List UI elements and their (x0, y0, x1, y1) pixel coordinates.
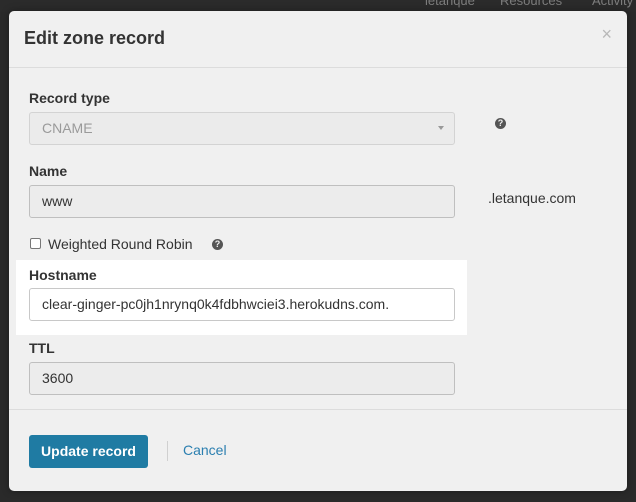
record-type-label: Record type (29, 90, 110, 106)
weighted-round-robin-help-icon[interactable]: ? (212, 239, 223, 250)
update-record-button[interactable]: Update record (29, 435, 148, 468)
weighted-round-robin-label[interactable]: Weighted Round Robin (48, 236, 193, 252)
hostname-input[interactable]: clear-ginger-pc0jh1nrynq0k4fdbhwciei3.he… (29, 288, 455, 321)
name-input[interactable]: www (29, 185, 455, 218)
cancel-button[interactable]: Cancel (183, 442, 227, 458)
hostname-value: clear-ginger-pc0jh1nrynq0k4fdbhwciei3.he… (42, 296, 390, 312)
background-nav-activity: Activity (592, 0, 634, 8)
background-nav-resources: Resources (500, 0, 563, 8)
name-label: Name (29, 163, 68, 179)
background-app-name: letanque (425, 0, 475, 8)
domain-suffix: .letanque.com (488, 190, 576, 206)
name-value: www (42, 193, 73, 209)
hostname-label: Hostname (29, 267, 97, 283)
ttl-value: 3600 (42, 370, 74, 386)
modal-title: Edit zone record (24, 28, 166, 48)
record-type-help-icon[interactable]: ? (495, 118, 506, 129)
chevron-down-icon (438, 126, 444, 130)
weighted-round-robin-checkbox[interactable] (30, 238, 41, 249)
ttl-label: TTL (29, 340, 55, 356)
footer-divider (167, 441, 168, 461)
close-icon[interactable]: × (601, 24, 612, 44)
record-type-select[interactable]: CNAME (29, 112, 455, 145)
edit-zone-record-modal: Edit zone record × Record type CNAME ? N… (9, 11, 627, 491)
record-type-value: CNAME (42, 120, 93, 136)
modal-footer: Update record Cancel (9, 409, 627, 491)
ttl-input[interactable]: 3600 (29, 362, 455, 395)
modal-header: Edit zone record × (9, 11, 627, 68)
